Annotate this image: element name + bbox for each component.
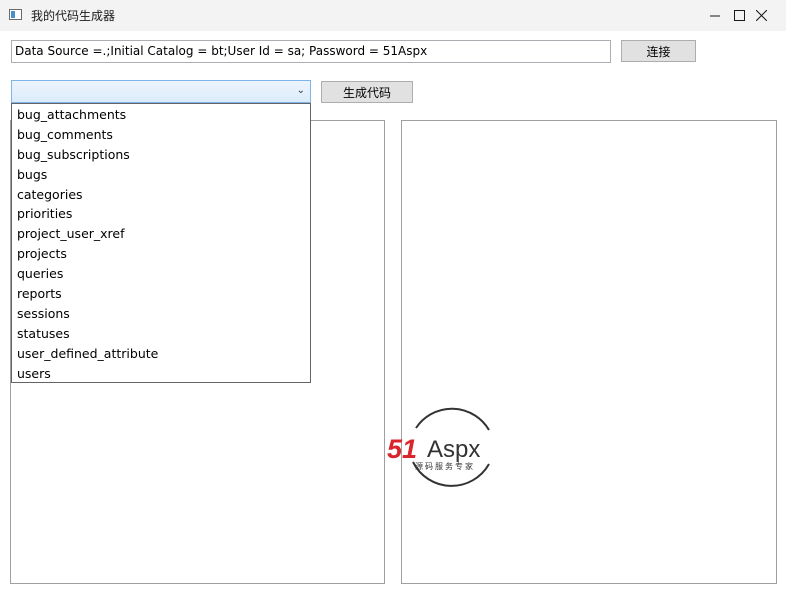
dropdown-option[interactable]: priorities	[12, 204, 310, 224]
connect-button[interactable]: 连接	[621, 40, 696, 62]
table-select-combobox[interactable]: ⌄	[11, 80, 311, 103]
dropdown-option[interactable]: projects	[12, 244, 310, 264]
dropdown-option[interactable]: queries	[12, 264, 310, 284]
logo-tagline: 源码服务专家	[415, 461, 475, 471]
generate-code-button[interactable]: 生成代码	[321, 81, 413, 103]
dropdown-option[interactable]: statuses	[12, 324, 310, 344]
table-dropdown-list: bug_attachments bug_comments bug_subscri…	[11, 103, 311, 383]
dropdown-option[interactable]: reports	[12, 284, 310, 304]
dropdown-option[interactable]: categories	[12, 185, 310, 205]
window-title: 我的代码生成器	[31, 9, 116, 23]
dropdown-option[interactable]: bug_attachments	[12, 105, 310, 125]
dropdown-option[interactable]: sessions	[12, 304, 310, 324]
dropdown-option[interactable]: user_defined_attribute	[12, 344, 310, 364]
dropdown-option[interactable]: bug_comments	[12, 125, 310, 145]
right-output-textarea[interactable]	[401, 120, 777, 584]
title-bar: 我的代码生成器	[0, 0, 786, 31]
dropdown-option[interactable]: bugs	[12, 165, 310, 185]
51aspx-watermark-logo: 51 Aspx 源码服务专家	[387, 407, 490, 487]
dropdown-option[interactable]: project_user_xref	[12, 224, 310, 244]
close-icon	[755, 10, 767, 21]
logo-51-text: 51	[387, 434, 417, 464]
close-button[interactable]	[738, 0, 784, 31]
logo-aspx-text: Aspx	[427, 436, 480, 463]
dropdown-option[interactable]: users	[12, 364, 310, 384]
dropdown-option[interactable]: bug_subscriptions	[12, 145, 310, 165]
connection-string-input[interactable]: Data Source =.;Initial Catalog = bt;User…	[11, 40, 611, 63]
app-icon	[9, 9, 22, 20]
chevron-down-icon[interactable]: ⌄	[297, 85, 305, 96]
